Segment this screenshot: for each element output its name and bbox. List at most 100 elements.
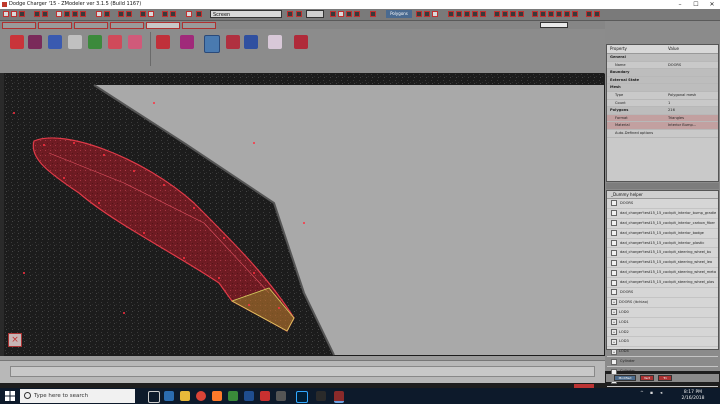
- hierarchy-item[interactable]: + LOD0: [607, 308, 718, 318]
- command-input[interactable]: [10, 366, 595, 377]
- hierarchy-item[interactable]: + DOORS (itchiao): [607, 298, 718, 308]
- sub-icon-c[interactable]: [432, 11, 438, 17]
- undo-icon[interactable]: [34, 11, 40, 17]
- property-row[interactable]: Name DOORS: [607, 62, 718, 70]
- hierarchy-item[interactable]: + LOD3: [607, 337, 718, 348]
- maximize-button[interactable]: ☐: [688, 0, 704, 9]
- new-file-icon[interactable]: [3, 11, 9, 17]
- property-row[interactable]: Boundary: [607, 69, 718, 77]
- property-row[interactable]: Count 1: [607, 100, 718, 108]
- expand-icon[interactable]: +: [611, 319, 617, 326]
- sub-icon-b[interactable]: [424, 11, 430, 17]
- expand-icon[interactable]: +: [611, 299, 617, 306]
- tab-modify[interactable]: [74, 22, 108, 29]
- scale-icon[interactable]: [80, 11, 86, 17]
- sub-icon-a[interactable]: [416, 11, 422, 17]
- hierarchy-item[interactable]: dad_charger'test15_15_cockpit_steering_w…: [607, 258, 718, 269]
- property-row[interactable]: Type Polygonal mesh: [607, 92, 718, 100]
- property-row[interactable]: Material Interior Bump...: [607, 122, 718, 130]
- checkbox[interactable]: [611, 210, 617, 217]
- checkbox[interactable]: [611, 230, 617, 237]
- cross-icon[interactable]: [296, 11, 302, 17]
- ribbon-button-2[interactable]: [28, 35, 42, 49]
- tools-icon-a[interactable]: [532, 11, 538, 17]
- axis-x-icon[interactable]: [338, 11, 344, 17]
- app-icon-gray[interactable]: [276, 391, 286, 401]
- tools-icon-e[interactable]: [564, 11, 570, 17]
- open-file-icon[interactable]: [11, 11, 17, 17]
- view-select[interactable]: Screen: [210, 10, 282, 18]
- mode-pill[interactable]: Polygons: [386, 10, 412, 18]
- viewport-canvas[interactable]: [4, 73, 604, 356]
- axis-z-icon[interactable]: [354, 11, 360, 17]
- property-row[interactable]: Auto-Defined options: [607, 130, 718, 138]
- expand-icon[interactable]: +: [611, 338, 617, 345]
- save-file-icon[interactable]: [19, 11, 25, 17]
- hierarchy-item[interactable]: dad_charger'test15_15_cockpit_interior_b…: [607, 209, 718, 219]
- ribbon-button-13[interactable]: [268, 35, 282, 49]
- hide-icon[interactable]: [162, 11, 168, 17]
- hierarchy-item[interactable]: dad_charger'test15_15_cockpit_steering_w…: [607, 278, 718, 289]
- tab-file[interactable]: [2, 22, 36, 29]
- task-view-icon[interactable]: [148, 391, 160, 403]
- smooth-icon[interactable]: [510, 11, 516, 17]
- checkbox[interactable]: [611, 220, 617, 227]
- grid-icon[interactable]: [104, 11, 110, 17]
- ribbon-button-5[interactable]: [88, 35, 102, 49]
- polygon-mode-icon[interactable]: [140, 11, 146, 17]
- checkbox[interactable]: [611, 279, 617, 286]
- shade-icon[interactable]: [502, 11, 508, 17]
- explorer-icon[interactable]: [180, 391, 190, 401]
- property-row[interactable]: Format Triangles: [607, 114, 718, 123]
- checkbox[interactable]: [611, 358, 617, 365]
- photoshop-icon[interactable]: [296, 391, 308, 403]
- mini-field[interactable]: [540, 22, 568, 28]
- ribbon-button-3[interactable]: [48, 35, 62, 49]
- zmodeler-taskbar-icon[interactable]: [334, 391, 344, 403]
- checkbox[interactable]: [611, 249, 617, 256]
- app-icon-green[interactable]: [228, 391, 238, 401]
- checkbox[interactable]: [611, 240, 617, 246]
- rotate-icon[interactable]: [72, 11, 78, 17]
- axis-y-icon[interactable]: [346, 11, 352, 17]
- taskbar-search[interactable]: Type here to search: [20, 389, 135, 403]
- minimize-button[interactable]: –: [672, 0, 688, 9]
- hierarchy-item[interactable]: dad_charger'test15_15_cockpit_steering_w…: [607, 268, 718, 279]
- edge-mode-icon[interactable]: [126, 11, 132, 17]
- tools-icon-f[interactable]: [572, 11, 578, 17]
- tray-chevron-icon[interactable]: ^: [640, 391, 644, 396]
- settings-icon[interactable]: [594, 11, 600, 17]
- ribbon-button-9[interactable]: [180, 35, 194, 49]
- expand-icon[interactable]: +: [611, 348, 617, 355]
- chrome-icon[interactable]: [196, 391, 206, 401]
- ribbon-button-8[interactable]: [156, 35, 170, 49]
- start-icon[interactable]: [5, 391, 15, 401]
- expand-icon[interactable]: +: [611, 329, 617, 336]
- hierarchy-item[interactable]: + LOD4: [607, 347, 718, 358]
- property-row[interactable]: General: [607, 54, 718, 62]
- checkbox[interactable]: [611, 269, 617, 276]
- wire-icon[interactable]: [494, 11, 500, 17]
- hierarchy-item[interactable]: dad_charger'test15_15_cockpit_interior_c…: [607, 219, 718, 229]
- hierarchy-item[interactable]: dad_charger'test15_15_cockpit_steering_w…: [607, 248, 718, 259]
- unhide-icon[interactable]: [170, 11, 176, 17]
- tools-icon-b[interactable]: [540, 11, 546, 17]
- ribbon-button-4[interactable]: [68, 35, 82, 49]
- ribbon-button-10[interactable]: [204, 35, 220, 53]
- checkbox[interactable]: [611, 200, 617, 207]
- tab-select[interactable]: [146, 22, 180, 29]
- property-row[interactable]: Mesh: [607, 84, 718, 92]
- value-field[interactable]: [306, 10, 324, 18]
- ribbon-button-6[interactable]: [108, 35, 122, 49]
- tab-create[interactable]: [38, 22, 72, 29]
- material-icon[interactable]: [456, 11, 462, 17]
- normals-icon[interactable]: [518, 11, 524, 17]
- select-icon[interactable]: [56, 11, 62, 17]
- app-icon-blue[interactable]: [244, 391, 254, 401]
- uv-icon[interactable]: [480, 11, 486, 17]
- hierarchy-item[interactable]: dad_charger'test15_15_cockpit_interior_p…: [607, 239, 718, 249]
- camera-icon[interactable]: [186, 11, 192, 17]
- filter-icon[interactable]: [370, 11, 376, 17]
- taskbar-clock[interactable]: 8:17 PM 2/16/2018: [675, 390, 711, 402]
- redo-icon[interactable]: [42, 11, 48, 17]
